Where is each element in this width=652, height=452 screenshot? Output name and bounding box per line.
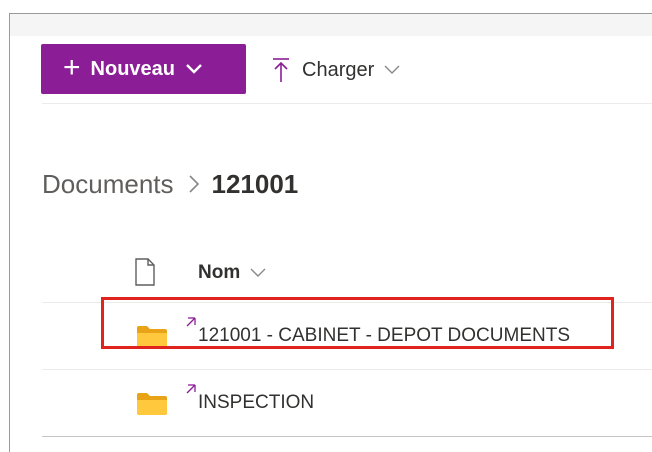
top-strip <box>10 14 652 36</box>
list-item[interactable]: INSPECTION <box>42 369 652 436</box>
breadcrumb-current-folder: 121001 <box>211 168 299 199</box>
folder-name[interactable]: INSPECTION <box>198 392 314 414</box>
list-item[interactable]: 121001 - CABINET - DEPOT DOCUMENTS <box>42 302 652 369</box>
new-item-indicator-icon <box>185 315 197 333</box>
breadcrumb-root-link[interactable]: Documents <box>42 169 174 200</box>
chevron-right-icon <box>188 174 200 194</box>
upload-button[interactable]: Charger <box>272 52 400 88</box>
upload-icon <box>272 57 290 83</box>
upload-button-label: Charger <box>302 58 375 81</box>
new-button[interactable]: + Nouveau <box>41 44 246 94</box>
folder-icon <box>136 325 168 354</box>
new-button-label: Nouveau <box>90 57 175 80</box>
chevron-down-icon <box>185 63 203 75</box>
document-icon[interactable] <box>134 258 156 291</box>
chevron-down-icon <box>250 268 266 278</box>
new-item-indicator-icon <box>185 382 197 400</box>
document-library-view: + Nouveau Charger Documents 121001 Nom 1… <box>9 13 652 452</box>
folder-name[interactable]: 121001 - CABINET - DEPOT DOCUMENTS <box>198 325 570 347</box>
name-column-header[interactable]: Nom <box>198 262 266 284</box>
list-header: Nom <box>10 250 652 302</box>
name-column-label: Nom <box>198 262 241 283</box>
breadcrumb: Documents 121001 <box>42 164 298 204</box>
plus-icon: + <box>63 50 81 84</box>
chevron-down-icon <box>384 65 400 75</box>
command-bar-divider <box>42 103 652 104</box>
list-bottom-divider <box>42 436 652 437</box>
folder-icon <box>136 392 168 421</box>
